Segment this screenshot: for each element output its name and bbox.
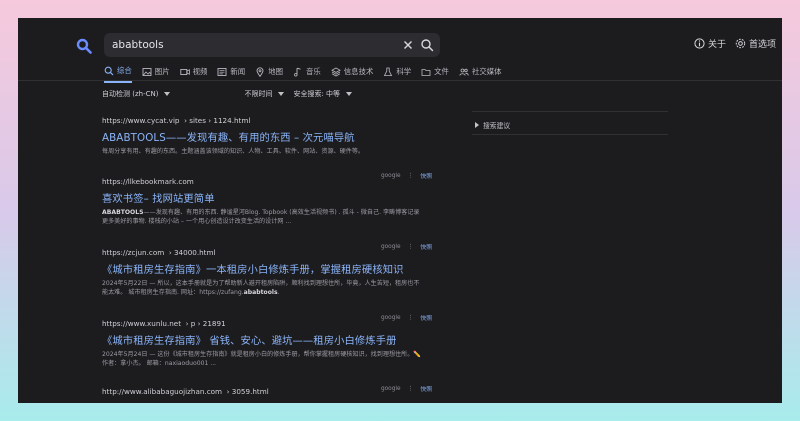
result-item: https://www.cycat.vip › sites › 1124.htm…: [102, 116, 432, 180]
suggestions-toggle[interactable]: 搜索建议: [475, 120, 510, 130]
gear-icon: [735, 38, 746, 49]
tab-general[interactable]: 综合: [104, 65, 132, 83]
time-range-select[interactable]: 不限时间: [244, 89, 285, 99]
result-path: › sites › 1124.html: [184, 116, 251, 125]
language-value: 自动检测 (zh-CN): [102, 90, 159, 98]
result-item: http://www.alibabaguojizhan.com › 3059.h…: [102, 387, 432, 396]
search-logo-icon[interactable]: [76, 38, 92, 54]
result-path: › 34000.html: [168, 248, 216, 257]
flask-icon: [384, 67, 393, 76]
music-icon: [294, 67, 301, 76]
result-snippet: 每周分享有用、有趣的东西。主题涵盖该领域的知识、人物、工具、软件、网站、资源、硬…: [102, 148, 365, 155]
chevron-down-icon: [346, 92, 353, 96]
tab-label: 图片: [154, 67, 170, 76]
news-icon: [217, 67, 227, 76]
result-url[interactable]: http://www.alibabaguojizhan.com › 3059.h…: [102, 387, 432, 396]
video-icon: [179, 68, 190, 75]
safe-search-value: 安全搜索: 中等: [293, 90, 341, 98]
suggestions-panel: 搜索建议: [472, 111, 668, 135]
image-icon: [142, 67, 152, 76]
chevron-down-icon: [278, 92, 285, 96]
tab-label: 地图: [268, 67, 283, 76]
map-pin-icon: [256, 66, 264, 77]
chevron-down-icon: [164, 92, 171, 96]
result-url[interactable]: https://llkebookmark.com: [102, 177, 432, 186]
tab-label: 社交媒体: [471, 67, 502, 76]
triangle-right-icon: [475, 122, 479, 128]
people-icon: [459, 68, 469, 76]
tab-science[interactable]: 科学: [383, 65, 411, 83]
about-label: 关于: [707, 40, 726, 50]
clear-icon[interactable]: [402, 39, 414, 51]
folder-icon: [421, 68, 431, 76]
search-box: [104, 33, 440, 57]
tab-videos[interactable]: 视频: [179, 65, 208, 83]
about-link[interactable]: 关于: [694, 37, 726, 50]
tab-label: 视频: [192, 67, 208, 76]
header-links: 关于 首选项: [694, 37, 776, 50]
result-domain: https://zcjun.com: [102, 248, 165, 257]
result-title-link[interactable]: 《城市租房生存指南》一本租房小白修炼手册，掌握租房硬核知识: [102, 261, 432, 276]
result-path: › 3059.html: [226, 387, 269, 396]
result-domain: https://llkebookmark.com: [102, 177, 194, 186]
result-url[interactable]: https://zcjun.com › 34000.html: [102, 248, 432, 257]
result-item: https://www.xunlu.net › p › 21891 《城市租房生…: [102, 319, 432, 393]
search-icon: [104, 66, 114, 75]
layers-icon: [330, 67, 341, 76]
suggestions-label: 搜索建议: [483, 122, 511, 130]
category-tabs: 综合 图片 视频 新闻 地图 音乐 信息技术 科学 文件 社交媒体: [104, 65, 502, 83]
result-title-link[interactable]: ABABTOOLS——发现有趣、有用的东西 – 次元喵导航: [102, 129, 432, 144]
result-url[interactable]: https://www.cycat.vip › sites › 1124.htm…: [102, 116, 432, 125]
browser-window: 关于 首选项 综合 图片 视频 新闻 地图: [18, 18, 782, 403]
result-snippet: 2024年5月22日 — 所以，这本手册就是为了帮助新人避开租房陷阱，顺利找到理…: [102, 280, 420, 296]
preferences-link[interactable]: 首选项: [735, 37, 776, 50]
safe-search-select[interactable]: 安全搜索: 中等: [293, 89, 353, 99]
tab-files[interactable]: 文件: [421, 65, 449, 83]
info-icon: [694, 38, 705, 49]
tab-it[interactable]: 信息技术: [330, 65, 374, 83]
search-icon[interactable]: [420, 38, 434, 52]
result-path: › p › 21891: [185, 319, 226, 328]
tab-news[interactable]: 新闻: [217, 65, 245, 83]
result-domain: http://www.alibabaguojizhan.com: [102, 387, 223, 396]
result-title-link[interactable]: 喜欢书签– 找网站更简单: [102, 190, 432, 205]
filter-bar: 自动检测 (zh-CN) 不限时间 安全搜索: 中等: [102, 89, 353, 99]
preferences-label: 首选项: [748, 40, 776, 50]
tab-maps[interactable]: 地图: [255, 65, 283, 83]
tab-label: 信息技术: [343, 67, 374, 76]
language-select[interactable]: 自动检测 (zh-CN): [102, 89, 171, 99]
result-item: https://zcjun.com › 34000.html 《城市租房生存指南…: [102, 248, 432, 322]
tab-label: 新闻: [230, 67, 246, 76]
result-snippet: ABABTOOLS——发现有趣、有用的东西. 静谧星河Blog. Topbook…: [102, 209, 420, 225]
tab-label: 科学: [396, 67, 412, 76]
result-domain: https://www.xunlu.net: [102, 319, 182, 328]
time-range-value: 不限时间: [244, 90, 273, 98]
result-domain: https://www.cycat.vip: [102, 116, 180, 125]
result-item: https://llkebookmark.com 喜欢书签– 找网站更简单 AB…: [102, 177, 432, 251]
result-title-link[interactable]: 《城市租房生存指南》 省钱、安心、避坑——租房小白修炼手册: [102, 332, 432, 347]
tab-social[interactable]: 社交媒体: [459, 65, 502, 83]
tab-label: 音乐: [305, 67, 321, 76]
tab-music[interactable]: 音乐: [293, 65, 321, 83]
tab-images[interactable]: 图片: [142, 65, 170, 83]
search-input[interactable]: [112, 37, 382, 53]
result-url[interactable]: https://www.xunlu.net › p › 21891: [102, 319, 432, 328]
tab-label: 文件: [434, 67, 449, 76]
tab-label: 综合: [117, 66, 132, 75]
result-snippet: 2024年5月24日 — 这份《城市租房生存指南》就是租房小白的修炼手册，帮你掌…: [102, 351, 421, 367]
